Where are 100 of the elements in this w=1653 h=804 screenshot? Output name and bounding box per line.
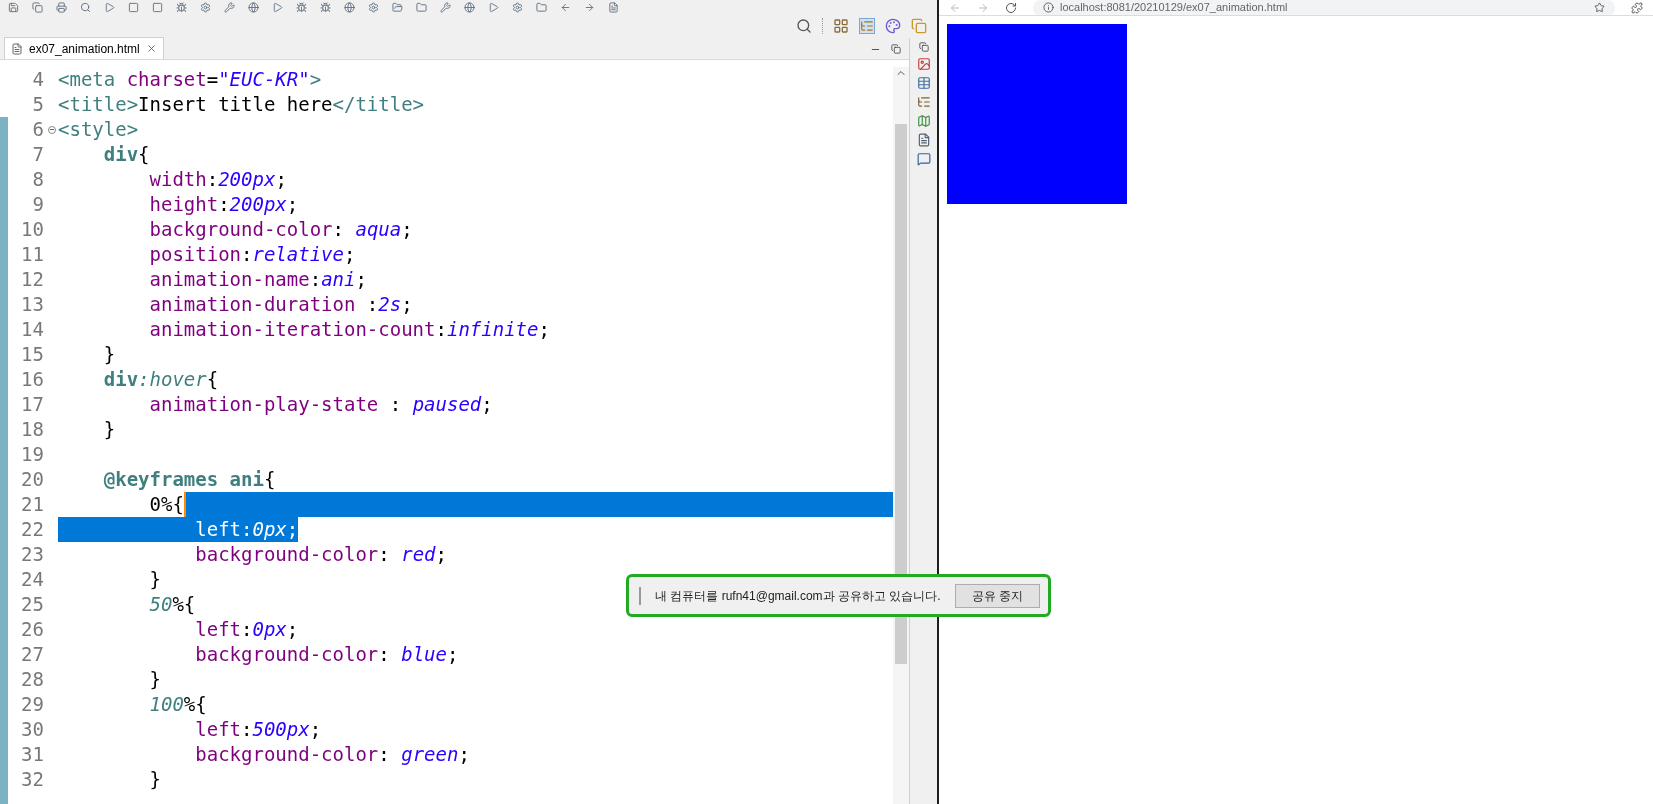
- code-text: div{: [102, 142, 150, 167]
- code-text: animation-duration :2s;: [148, 292, 413, 317]
- reload-icon[interactable]: [1005, 1, 1017, 14]
- window-icon[interactable]: [833, 18, 849, 34]
- close-icon[interactable]: [145, 43, 157, 54]
- toolbar-icon[interactable]: [488, 1, 499, 13]
- toolbar-icon[interactable]: [176, 1, 187, 13]
- image-icon[interactable]: [916, 57, 931, 71]
- toolbar-icon[interactable]: [104, 1, 115, 13]
- code-text: }: [148, 567, 161, 592]
- code-text: left:0px;: [194, 617, 299, 642]
- line-number: 31: [20, 742, 45, 768]
- toolbar-icon[interactable]: [344, 1, 355, 13]
- sharing-message: 내 컴퓨터를 rufn41@gmail.com과 공유하고 있습니다.: [655, 587, 941, 605]
- toolbar-icon[interactable]: [320, 1, 331, 13]
- toolbar-icon[interactable]: [56, 1, 67, 13]
- line-number: 4: [31, 67, 45, 93]
- code-text: 0%{: [148, 492, 184, 517]
- toolbar-icon[interactable]: [416, 1, 427, 13]
- code-text: div:hover{: [102, 367, 219, 392]
- line-number: 27: [20, 642, 45, 668]
- console-icon[interactable]: [916, 152, 931, 166]
- line-number: 29: [20, 692, 45, 718]
- code-text: }: [148, 767, 161, 792]
- toolbar-icon[interactable]: [272, 1, 283, 13]
- line-number: 10: [20, 217, 45, 243]
- stop-sharing-button[interactable]: 공유 중지: [954, 583, 1040, 608]
- toolbar-icon[interactable]: [560, 1, 571, 13]
- code-text: left:0px;: [58, 517, 299, 542]
- code-text: 50%{: [148, 592, 196, 617]
- extensions-icon[interactable]: [1631, 1, 1643, 14]
- code-text: background-color: green;: [194, 742, 470, 767]
- code-text: 100%{: [148, 692, 207, 717]
- search-icon[interactable]: [796, 18, 812, 34]
- line-number: 8: [31, 167, 45, 193]
- toolbar-icon[interactable]: [32, 1, 43, 13]
- line-number: 17: [20, 392, 45, 418]
- code-text: animation-name:ani;: [148, 267, 367, 292]
- line-number: 32: [20, 767, 45, 793]
- toolbar-icon[interactable]: [296, 1, 307, 13]
- toolbar-icon[interactable]: [128, 1, 139, 13]
- code-text: <meta charset="EUC-KR">: [58, 67, 322, 92]
- toolbar-icon[interactable]: [440, 1, 451, 13]
- html-file-icon: [11, 42, 23, 55]
- code-text: background-color: red;: [194, 542, 447, 567]
- restore-icon[interactable]: [918, 42, 929, 52]
- line-number: 9: [31, 192, 45, 218]
- code-text: }: [148, 667, 161, 692]
- line-number: 7: [31, 142, 45, 168]
- line-number: 23: [20, 542, 45, 568]
- line-number: 24: [20, 567, 45, 593]
- code-text: animation-iteration-count:infinite;: [148, 317, 550, 342]
- toolbar-icon[interactable]: [368, 1, 379, 13]
- map-icon[interactable]: [916, 114, 931, 128]
- code-text: position:relative;: [148, 242, 356, 267]
- toolbar-icon[interactable]: [200, 1, 211, 13]
- code-text: left:500px;: [194, 717, 322, 742]
- palette-icon[interactable]: [885, 18, 901, 34]
- editor-tab[interactable]: ex07_animation.html: [4, 37, 164, 59]
- tree-icon[interactable]: [916, 95, 931, 109]
- code-text: height:200px;: [148, 192, 299, 217]
- info-icon: [1043, 2, 1054, 13]
- code-text: }: [102, 417, 116, 442]
- toolbar-icon[interactable]: [608, 1, 619, 13]
- perspective-icon[interactable]: [859, 18, 875, 34]
- toolbar-icon[interactable]: [80, 1, 91, 13]
- line-number: 11: [20, 242, 45, 268]
- code-text: <title>Insert title here</title>: [58, 92, 425, 117]
- toolbar-icon[interactable]: [512, 1, 523, 13]
- table-icon[interactable]: [916, 76, 931, 90]
- line-number: 25: [20, 592, 45, 618]
- code-text: @keyframes ani{: [102, 467, 276, 492]
- copy-icon[interactable]: [911, 18, 927, 34]
- toolbar-icon[interactable]: [224, 1, 235, 13]
- toolbar-icon[interactable]: [152, 1, 163, 13]
- tab-label: ex07_animation.html: [29, 40, 140, 58]
- toolbar-icon[interactable]: [464, 1, 475, 13]
- restore-icon[interactable]: [891, 44, 901, 54]
- code-text: background-color: blue;: [194, 642, 459, 667]
- document-icon[interactable]: [916, 133, 931, 147]
- url-text: localhost:8081/20210129/ex07_animation.html: [1060, 0, 1288, 15]
- line-number: 22: [20, 517, 45, 543]
- code-text: animation-play-state : paused;: [148, 392, 493, 417]
- line-number: 13: [20, 292, 45, 318]
- line-number: 12: [20, 267, 45, 293]
- code-text: width:200px;: [148, 167, 287, 192]
- star-icon[interactable]: [1594, 2, 1605, 13]
- line-number: 19: [20, 442, 45, 468]
- toolbar-icon[interactable]: [536, 1, 547, 13]
- toolbar-icon[interactable]: [584, 1, 595, 13]
- code-text: <style>: [58, 117, 139, 142]
- line-number: 6: [31, 117, 45, 143]
- toolbar-icon[interactable]: [8, 1, 19, 13]
- toolbar-icon[interactable]: [248, 1, 259, 13]
- toolbar-icon[interactable]: [392, 1, 403, 13]
- line-number: 30: [20, 717, 45, 743]
- line-number: 14: [20, 317, 45, 343]
- code-text: background-color: aqua;: [148, 217, 413, 242]
- address-bar[interactable]: localhost:8081/20210129/ex07_animation.html: [1033, 0, 1615, 15]
- line-number: 28: [20, 667, 45, 693]
